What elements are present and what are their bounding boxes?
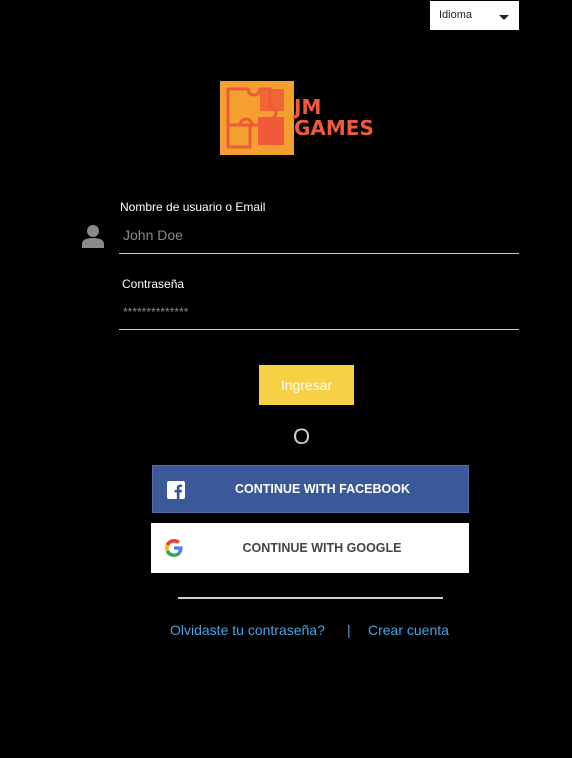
chevron-down-icon [499,15,509,20]
logo-puzzle-icon [220,81,294,155]
language-select[interactable]: Idioma [430,1,519,30]
login-button[interactable]: Ingresar [259,365,354,405]
facebook-login-button[interactable]: CONTINUE WITH FACEBOOK [152,465,469,513]
google-login-button[interactable]: CONTINUE WITH GOOGLE [151,523,469,573]
google-button-label: CONTINUE WITH GOOGLE [242,541,402,555]
logo: JM GAMES [220,81,400,155]
or-separator: O [293,424,311,449]
facebook-button-label: CONTINUE WITH FACEBOOK [235,482,410,496]
password-placeholder: ************** [123,305,189,319]
password-field[interactable]: ************** [119,303,519,330]
divider [178,597,443,599]
language-select-label: Idioma [439,9,473,21]
forgot-password-link[interactable]: Olvidaste tu contraseña? [170,622,325,638]
user-icon [82,224,104,248]
password-label: Contraseña [122,277,185,291]
logo-text-line1: JM [294,95,322,119]
username-field[interactable]: John Doe [119,227,519,254]
logo-text-line2: GAMES [294,116,374,140]
username-label: Nombre de usuario o Email [120,200,266,214]
links-separator: | [347,622,351,638]
username-placeholder: John Doe [123,227,183,243]
create-account-link[interactable]: Crear cuenta [368,622,449,638]
logo-text: JM GAMES [294,97,374,139]
